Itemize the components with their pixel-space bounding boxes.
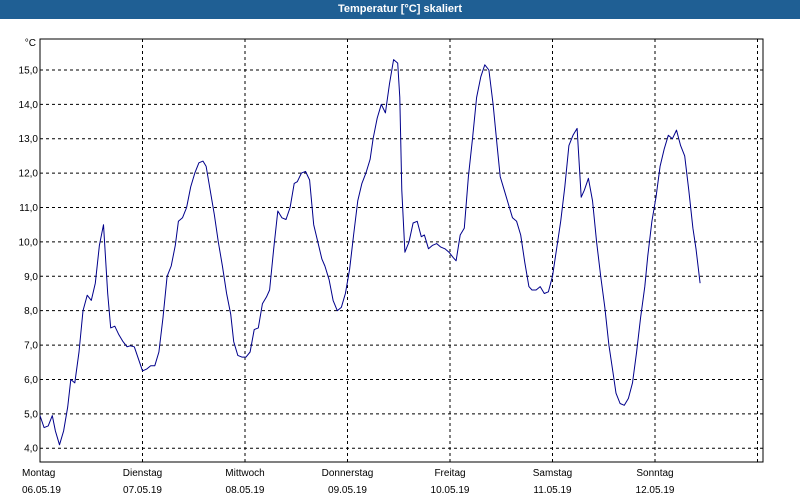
y-tick-label: 11,0 [19, 203, 38, 214]
x-tick-day: Samstag [533, 468, 572, 479]
x-tick-date: 12.05.19 [636, 485, 675, 496]
x-tick-date: 06.05.19 [22, 485, 61, 496]
x-tick-date: 07.05.19 [123, 485, 162, 496]
x-tick-date: 08.05.19 [226, 485, 265, 496]
chart-title: Temperatur [°C] skaliert [0, 0, 800, 19]
x-tick-date: 09.05.19 [328, 485, 367, 496]
y-tick-label: 12,0 [19, 169, 39, 180]
y-tick-label: 10,0 [19, 237, 39, 248]
x-tick-day: Donnerstag [322, 468, 374, 479]
y-tick-label: 5,0 [24, 409, 38, 420]
y-axis-unit: °C [25, 38, 36, 49]
y-tick-label: 15,0 [19, 65, 39, 76]
y-axis: °C 4,0 5,0 6,0 7,0 8,0 9,0 10,0 11,0 12,0 13,0 14,0… [19, 38, 39, 455]
y-tick-label: 7,0 [24, 341, 38, 352]
y-tick-label: 14,0 [19, 100, 39, 111]
x-tick-day: Freitag [434, 468, 465, 479]
y-tick-label: 6,0 [24, 375, 38, 386]
y-tick-label: 8,0 [24, 306, 38, 317]
y-tick-label: 4,0 [24, 444, 38, 455]
y-tick-label: 13,0 [19, 134, 39, 145]
x-tick-day: Dienstag [123, 468, 162, 479]
x-axis: Montag 06.05.19 Dienstag 07.05.19 Mittwoch 08… [22, 468, 675, 496]
temperature-chart: °C 4,0 5,0 6,0 7,0 8,0 9,0 10,0 11,0 12,0 13,0 14,0… [19, 38, 764, 496]
x-tick-day: Sonntag [636, 468, 673, 479]
x-tick-date: 10.05.19 [431, 485, 470, 496]
x-tick-date: 11.05.19 [533, 485, 572, 496]
x-tick-day: Mittwoch [225, 468, 264, 479]
y-tick-label: 9,0 [24, 272, 38, 283]
x-tick-day: Montag [22, 468, 55, 479]
